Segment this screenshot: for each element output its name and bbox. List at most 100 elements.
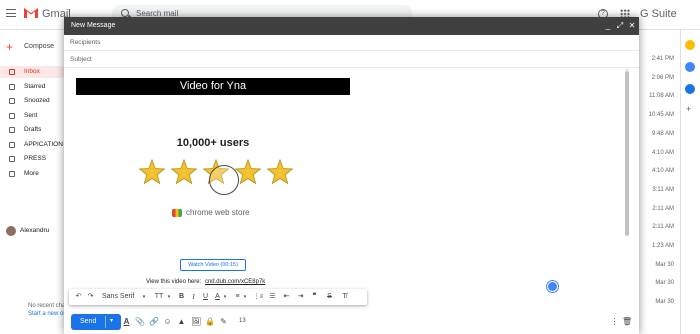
minimize-icon[interactable]: _ [603, 21, 613, 31]
sidebar-item-drafts[interactable]: Drafts [0, 124, 66, 136]
keep-app-icon[interactable] [685, 62, 695, 72]
sidebar-item-label: More [24, 169, 39, 177]
strikethrough-icon[interactable]: S [325, 292, 334, 302]
compose-button[interactable]: Compose [4, 40, 64, 54]
confidential-mode-icon[interactable]: 🔒 [205, 317, 215, 326]
indent-less-icon[interactable]: ⇤ [282, 292, 291, 302]
video-link[interactable]: cnd.dub.com/xCE8p7k [205, 279, 265, 285]
video-thumbnail[interactable]: Video for Yna 10,000+ users chrome web s… [76, 78, 350, 242]
compose-header[interactable]: New Message _ ⤢ ✕ [64, 17, 639, 35]
more-options-icon[interactable]: ⋮ [610, 317, 619, 326]
sidebar-item-label: Inbox [24, 68, 40, 75]
bulleted-list-icon[interactable]: ☰ [268, 292, 277, 302]
main-menu-icon[interactable] [6, 9, 16, 17]
drive-icon[interactable]: ▲ [177, 317, 186, 326]
side-panel [680, 30, 700, 334]
chevron-down-icon[interactable]: ▾ [222, 292, 228, 302]
font-size-icon[interactable]: TT [152, 292, 166, 302]
insert-link-icon[interactable]: 🔗 [149, 317, 159, 326]
star-icon [170, 158, 198, 185]
inbox-row-time[interactable]: 9:48 AM [640, 131, 674, 137]
tasks-app-icon[interactable] [685, 84, 695, 94]
star-icon [266, 158, 294, 185]
discard-draft-icon[interactable]: 🗑 [622, 317, 632, 326]
send-label: Send [80, 318, 97, 325]
search-icon[interactable] [121, 9, 129, 17]
formatting-toolbar: ↶ ↷ Sans Serif ▾ TT ▾ B I U A ▾ ≡ ▾ ⋮≡ ☰… [69, 289, 367, 305]
align-icon[interactable]: ≡ [233, 292, 242, 302]
video-title: Video for Yna [76, 78, 350, 95]
calendar-app-icon[interactable] [685, 40, 695, 50]
inbox-row-time[interactable]: 2:11 AM [640, 206, 674, 212]
chevron-down-icon[interactable]: ▾ [141, 292, 147, 302]
sidebar-item-label: APPICATION [24, 140, 63, 148]
message-body[interactable]: Video for Yna 10,000+ users chrome web s… [64, 68, 639, 288]
scrollbar-thumb[interactable] [625, 71, 629, 236]
close-icon[interactable]: ✕ [627, 21, 637, 31]
indent-more-icon[interactable]: ⇥ [296, 292, 305, 302]
sidebar-item-inbox[interactable]: Inbox [0, 66, 66, 78]
attach-file-icon[interactable]: 📎 [135, 317, 145, 326]
sidebar-item-press[interactable]: PRESS [0, 153, 66, 165]
star-icon [138, 158, 166, 185]
emoji-icon[interactable]: ☺ [163, 317, 172, 326]
sidebar-item-icon [9, 141, 15, 148]
font-select[interactable]: Sans Serif [102, 292, 142, 302]
page-count: 13 [239, 318, 246, 324]
underline-icon[interactable]: U [201, 292, 210, 302]
expand-icon[interactable]: ⤢ [615, 21, 625, 31]
cursor-highlight [209, 165, 239, 195]
sidebar-item-starred[interactable]: Starred [0, 81, 66, 93]
formatting-options-icon[interactable]: A [122, 317, 131, 326]
gmail-logo-icon[interactable] [23, 6, 39, 19]
add-on-icon[interactable]: + [686, 104, 691, 114]
inbox-row-time[interactable]: 2:11 AM [640, 224, 674, 230]
signature-icon[interactable]: ✎ [219, 317, 228, 326]
inbox-row-time[interactable]: 2:06 PM [640, 75, 674, 81]
gsuite-logo: G Suite [640, 8, 677, 20]
watch-video-button[interactable]: Watch Video (00:15) [180, 259, 246, 271]
italic-icon[interactable]: I [189, 292, 198, 302]
subject-field[interactable]: Subject [64, 52, 639, 68]
inbox-row-time[interactable]: 11:08 AM [640, 93, 674, 99]
send-divider [105, 316, 106, 328]
text-color-icon[interactable]: A [213, 292, 222, 302]
undo-icon[interactable]: ↶ [74, 292, 83, 302]
sidebar-item-sent[interactable]: Sent [0, 110, 66, 122]
send-options-icon[interactable]: ▾ [110, 317, 113, 324]
sidebar-item-icon [9, 156, 15, 162]
redo-icon[interactable]: ↷ [86, 292, 95, 302]
chrome-web-store-label: chrome web store [186, 208, 250, 217]
sidebar-item-icon [9, 98, 15, 104]
insert-photo-icon[interactable]: 🖼 [191, 317, 201, 326]
inbox-row-time[interactable]: 2:41 PM [640, 56, 674, 62]
view-video-text: View this video here: [146, 279, 202, 285]
recipients-field[interactable]: Recipients [64, 35, 639, 51]
sidebar-item-appication[interactable]: APPICATION [0, 139, 66, 151]
hangouts-user[interactable]: Alexandru [4, 225, 49, 237]
inbox-row-time[interactable]: 1:23 AM [640, 243, 674, 249]
sidebar-item-icon [9, 112, 15, 119]
inbox-row-time[interactable]: Mar 30 [640, 299, 674, 305]
inbox-row-time[interactable]: 4:10 AM [640, 150, 674, 156]
bold-icon[interactable]: B [177, 292, 186, 302]
sidebar-item-icon [9, 127, 15, 133]
sidebar-item-icon [9, 83, 15, 90]
sidebar-item-label: Starred [24, 82, 46, 90]
inbox-row-time[interactable]: 3:11 AM [640, 187, 674, 193]
quote-icon[interactable]: ❞ [310, 292, 319, 302]
numbered-list-icon[interactable]: ⋮≡ [253, 292, 264, 302]
globe-icon[interactable] [547, 281, 558, 292]
sidebar-item-icon [9, 170, 15, 177]
sidebar-item-more[interactable]: More [0, 168, 66, 180]
chevron-down-icon[interactable]: ▾ [166, 292, 172, 302]
inbox-row-time[interactable]: 4:10 AM [640, 168, 674, 174]
chevron-down-icon[interactable]: ▾ [242, 292, 248, 302]
sidebar-item-snoozed[interactable]: Snoozed [0, 95, 66, 107]
clear-formatting-icon[interactable]: T̸ [340, 292, 349, 302]
inbox-row-time[interactable]: Mar 30 [640, 262, 674, 268]
inbox-row-time[interactable]: 10:45 AM [640, 112, 674, 118]
users-count: 10,000+ users [176, 137, 250, 149]
inbox-row-time[interactable]: Mar 30 [640, 280, 674, 286]
send-button[interactable]: Send ▾ [71, 314, 121, 330]
